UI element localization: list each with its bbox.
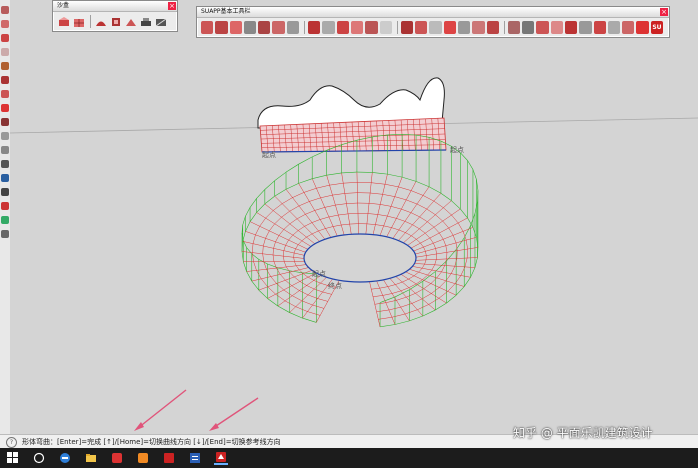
suapp-tool-icon[interactable] <box>536 21 549 34</box>
suapp-tool-icon[interactable] <box>215 21 228 34</box>
suapp-tool-icon[interactable] <box>472 21 485 34</box>
left-tool-icon[interactable] <box>1 34 9 42</box>
suapp-tool-icon[interactable] <box>379 21 392 34</box>
suapp-tool-icon[interactable] <box>607 21 621 34</box>
suapp-tool-icon[interactable] <box>229 21 242 34</box>
sandbox-flip-edge-icon[interactable] <box>154 15 167 28</box>
left-tool-icon[interactable] <box>1 62 9 70</box>
suapp-tool-icon[interactable] <box>507 21 521 34</box>
suapp-tool-icon[interactable] <box>522 21 535 34</box>
left-tool-icon[interactable] <box>1 132 9 140</box>
sandbox-toolbar[interactable]: 沙盒 × <box>52 0 178 32</box>
suapp-tool-icon[interactable] <box>400 21 414 34</box>
sandbox-smoove-icon[interactable] <box>94 15 107 28</box>
status-message: 形体弯曲：[Enter]=完成 [↑]/[Home]=切换曲线方向 [↓]/[E… <box>22 438 281 446</box>
left-tool-icon[interactable] <box>1 48 9 56</box>
suapp-tool-icon[interactable] <box>443 21 456 34</box>
suapp-title-text: SUAPP基本工具栏 <box>201 8 251 15</box>
left-tool-icon[interactable] <box>1 202 9 210</box>
left-tool-icon[interactable] <box>1 76 9 84</box>
suapp-tool-icon[interactable] <box>243 21 257 34</box>
close-icon[interactable]: × <box>660 8 668 16</box>
app-jianyin-icon[interactable] <box>162 451 176 465</box>
sketchup-icon[interactable] <box>214 451 228 465</box>
left-tool-icon[interactable] <box>1 104 9 112</box>
suapp-toolbar-title[interactable]: SUAPP基本工具栏 × <box>197 7 669 18</box>
left-tool-icon[interactable] <box>1 230 9 238</box>
left-tool-icon[interactable] <box>1 146 9 154</box>
su-logo-icon[interactable]: SU <box>650 21 664 34</box>
suapp-tool-icon[interactable] <box>258 21 271 34</box>
left-tool-icon[interactable] <box>1 174 9 182</box>
left-tool-icon[interactable] <box>1 118 9 126</box>
sandbox-contour-icon[interactable] <box>57 15 70 28</box>
edge-icon[interactable] <box>58 451 72 465</box>
left-tool-icon[interactable] <box>1 160 9 168</box>
suapp-tool-icon[interactable] <box>579 21 592 34</box>
viewport[interactable]: 起点 起点 起点 终点 <box>10 0 698 434</box>
suapp-tool-icon[interactable] <box>322 21 335 34</box>
word-icon[interactable] <box>188 451 202 465</box>
taskbar <box>0 448 698 468</box>
suapp-tool-icon[interactable] <box>564 21 578 34</box>
sandbox-grid-icon[interactable] <box>72 15 85 28</box>
suapp-tool-icon[interactable] <box>622 21 635 34</box>
search-icon[interactable] <box>32 451 46 465</box>
suapp-tool-icon[interactable] <box>429 21 442 34</box>
app-orange-icon[interactable] <box>136 451 150 465</box>
left-tool-icon[interactable] <box>1 216 9 224</box>
left-tool-icon[interactable] <box>1 188 9 196</box>
suapp-tool-icon[interactable] <box>365 21 378 34</box>
toolbar-separator <box>396 21 398 34</box>
suapp-tool-icon[interactable] <box>486 21 499 34</box>
left-tool-icon[interactable] <box>1 90 9 98</box>
sandbox-title-text: 沙盒 <box>57 2 70 9</box>
sandbox-stamp-icon[interactable] <box>109 15 122 28</box>
sandbox-detail-icon[interactable] <box>139 15 152 28</box>
close-icon[interactable]: × <box>168 2 176 10</box>
toolbar-separator <box>503 21 505 34</box>
suapp-tool-icon[interactable] <box>286 21 300 34</box>
file-explorer-icon[interactable] <box>84 451 98 465</box>
suapp-tool-icon[interactable] <box>457 21 471 34</box>
suapp-tool-icon[interactable] <box>272 21 285 34</box>
toolbar-separator <box>304 21 306 34</box>
suapp-tool-icon[interactable] <box>550 21 563 34</box>
suapp-tool-icon[interactable] <box>350 21 364 34</box>
sandbox-toolbar-title[interactable]: 沙盒 × <box>53 1 177 12</box>
left-tool-icon[interactable] <box>1 6 9 14</box>
suapp-tool-icon[interactable] <box>201 21 214 34</box>
suapp-tool-icon[interactable] <box>308 21 321 34</box>
left-tool-icon[interactable] <box>1 20 9 28</box>
sandbox-drape-icon[interactable] <box>124 15 137 28</box>
suapp-toolbar[interactable]: SUAPP基本工具栏 × SU <box>196 6 670 38</box>
app-red-icon[interactable] <box>110 451 124 465</box>
suapp-tool-icon[interactable] <box>593 21 606 34</box>
suapp-tool-icon[interactable] <box>336 21 349 34</box>
suapp-tool-icon[interactable] <box>636 21 649 34</box>
suapp-tool-icon[interactable] <box>415 21 428 34</box>
annotation-arrows <box>134 389 259 431</box>
watermark: 知乎 @ 平面乐凯建筑设计 <box>513 426 653 440</box>
start-icon[interactable] <box>6 451 20 465</box>
toolbar-separator <box>90 15 91 28</box>
help-icon[interactable]: ? <box>6 437 17 448</box>
